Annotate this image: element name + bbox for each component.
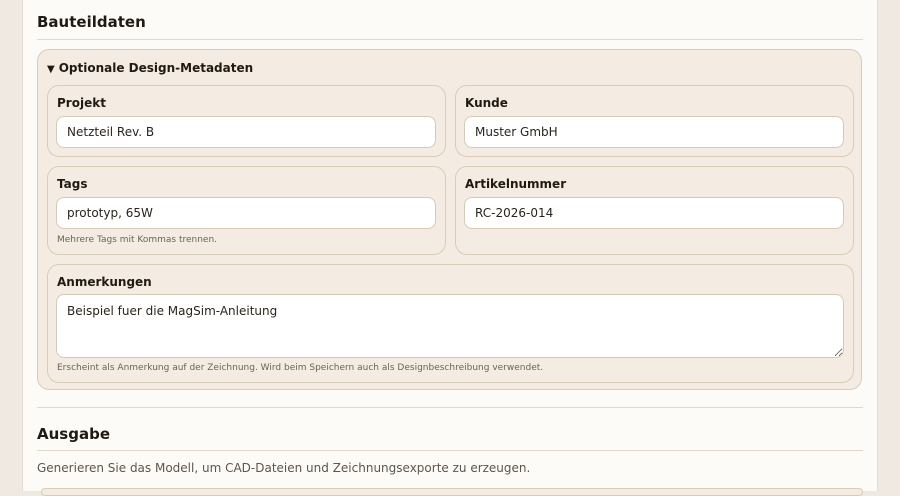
tags-input[interactable] — [56, 197, 436, 229]
artikelnummer-label: Artikelnummer — [465, 177, 567, 191]
field-card-tags: Tags Mehrere Tags mit Kommas trennen. — [47, 166, 446, 255]
kunde-label: Kunde — [465, 96, 508, 110]
design-metadata-details: ▼Optionale Design-Metadaten Projekt Kund… — [37, 49, 862, 390]
projekt-label: Projekt — [57, 96, 106, 110]
section-divider — [37, 39, 863, 40]
design-metadata-summary[interactable]: ▼ Optionale Design-Metadaten — [47, 61, 253, 75]
anmerkungen-label: Anmerkungen — [57, 275, 152, 289]
design-metadata-summary-label: Optionale Design-Metadaten — [58, 61, 254, 75]
section-title-bauteildaten: Bauteildaten — [37, 13, 146, 31]
field-card-anmerkungen: Anmerkungen Beispiel fuer die MagSim-Anl… — [47, 264, 854, 383]
section-divider — [37, 407, 863, 408]
field-card-artikelnummer: Artikelnummer — [455, 166, 854, 255]
tags-hint: Mehrere Tags mit Kommas trennen. — [57, 235, 218, 245]
projekt-input[interactable] — [56, 116, 436, 148]
section-divider — [37, 450, 863, 451]
ausgabe-description: Generieren Sie das Modell, um CAD-Dateie… — [37, 461, 531, 475]
triangle-down-icon: ▼ — [47, 64, 55, 75]
main-panel: Bauteildaten ▼ Optionale Design-Metadaten… — [22, 0, 878, 496]
tags-label: Tags — [57, 177, 88, 191]
anmerkungen-textarea[interactable]: Beispiel fuer die MagSim-Anleitung — [56, 294, 844, 358]
anmerkungen-hint: Erscheint als Anmerkung auf der Zeichnun… — [57, 363, 544, 373]
kunde-input[interactable] — [464, 116, 844, 148]
output-container — [41, 488, 863, 496]
artikelnummer-input[interactable] — [464, 197, 844, 229]
section-title-ausgabe: Ausgabe — [37, 425, 110, 443]
field-card-projekt: Projekt — [47, 85, 446, 157]
field-card-kunde: Kunde — [455, 85, 854, 157]
